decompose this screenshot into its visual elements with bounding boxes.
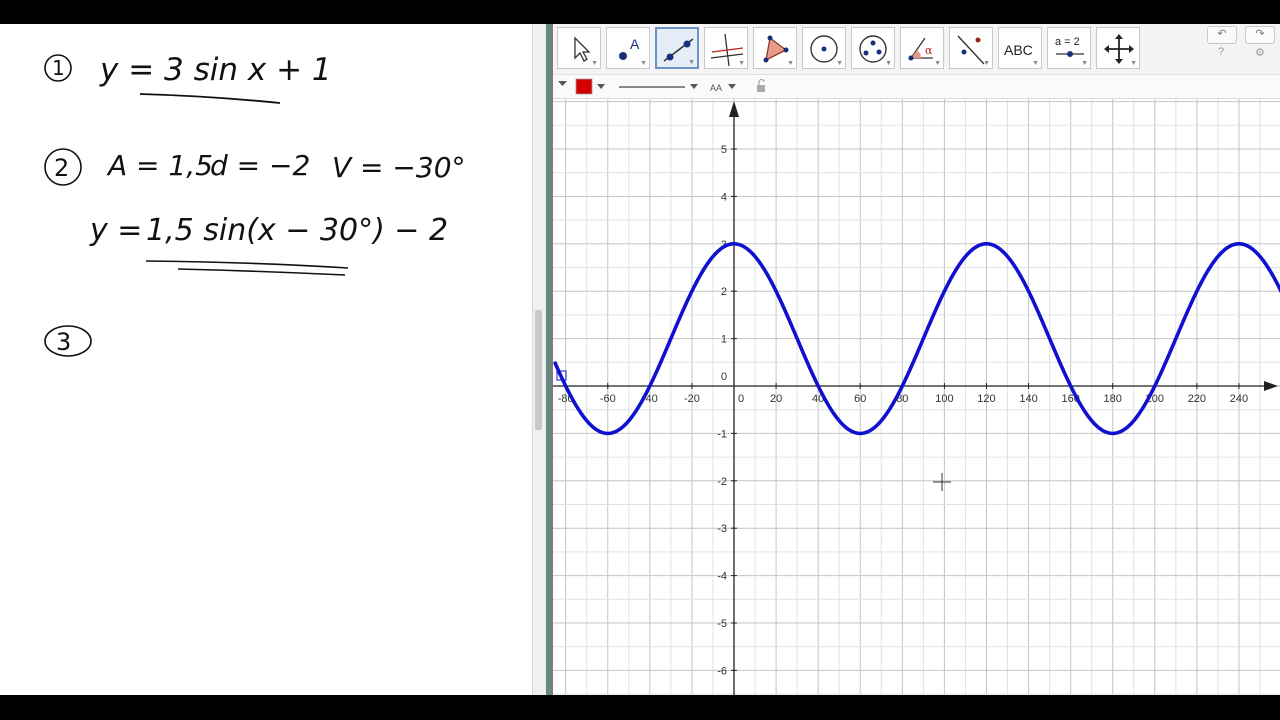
font-size-dropdown-icon[interactable]: [728, 84, 736, 89]
x-tick-label: -60: [600, 393, 616, 405]
text-tool-button[interactable]: ABC ▼: [998, 27, 1042, 69]
color-dropdown-icon[interactable]: [597, 84, 605, 89]
undo-button[interactable]: ↶: [1207, 26, 1237, 44]
y-tick-label: -1: [717, 428, 727, 440]
geogebra-window: ▼ A ▼ ▼ ▼ ▼ ▼ ▼ α ▼ ▼ ABC ▼ a = 2 ▼ ▼ ↶ …: [553, 24, 1280, 695]
settings-icon[interactable]: ⚙: [1255, 46, 1265, 59]
note-line-1: 1 y = 3 sin x + 1: [44, 52, 332, 104]
x-tick-label: 240: [1230, 393, 1248, 405]
y-tick-label: 1: [721, 334, 727, 346]
stylebar-toggle-icon[interactable]: [558, 81, 567, 86]
note-2-shift: V = −30°: [332, 151, 466, 184]
y-tick-label: -2: [717, 476, 727, 488]
color-swatch-button[interactable]: [575, 78, 593, 95]
note-2-underline-2: [177, 268, 346, 276]
x-tick-label: 140: [1019, 393, 1037, 405]
graphics-view[interactable]: -80 -60 -40 -20 0 20 40 60 80 100 120 140 160 180 200 2…: [553, 99, 1280, 695]
line-style-dropdown-icon[interactable]: [690, 84, 698, 89]
slider-tool-label: a = 2: [1055, 36, 1080, 48]
crosshair-cursor-icon: [933, 473, 951, 491]
note-line-3: 3: [44, 325, 92, 357]
style-bar: AA: [553, 75, 1280, 99]
point-tool-button[interactable]: A ▼: [606, 27, 650, 69]
move-tool-button[interactable]: ▼: [557, 27, 601, 69]
slider-tool-button[interactable]: a = 2 ▼: [1047, 27, 1091, 69]
panel-divider-accent: [547, 24, 550, 695]
y-axis-arrow-icon: [729, 101, 739, 117]
angle-tool-label: α: [925, 44, 933, 57]
x-tick-label: 20: [770, 393, 782, 405]
y-tick-label: 4: [721, 191, 727, 203]
bottom-black-bar: [0, 695, 1280, 720]
point-tool-label: A: [630, 36, 640, 52]
note-2-number: 2: [54, 154, 69, 182]
x-tick-label: 100: [935, 393, 953, 405]
x-tick-label: 60: [854, 393, 866, 405]
note-3-number: 3: [56, 328, 71, 356]
y-tick-label: -5: [717, 618, 727, 630]
x-axis-arrow-icon: [1264, 381, 1278, 391]
style-bar-controls: AA: [558, 78, 765, 95]
y-tick-label: -3: [717, 523, 727, 535]
note-2-amplitude: A = 1,5: [106, 149, 213, 182]
line-tool-button[interactable]: ▼: [655, 27, 699, 69]
circle-tool-button[interactable]: ▼: [802, 27, 846, 69]
ellipse-tool-button[interactable]: ▼: [851, 27, 895, 69]
note-2-underline-1: [145, 260, 349, 269]
x-tick-label: 220: [1188, 393, 1206, 405]
notes-scrollbar-thumb[interactable]: [535, 310, 542, 430]
note-1-equation: y = 3 sin x + 1: [99, 52, 332, 88]
font-size-button[interactable]: AA: [710, 83, 722, 93]
y-tick-label: 5: [721, 144, 727, 156]
axes: [553, 101, 1278, 695]
geogebra-toolbar: ▼ A ▼ ▼ ▼ ▼ ▼ ▼ α ▼ ▼ ABC ▼ a = 2 ▼ ▼ ↶ …: [553, 24, 1280, 75]
grid: [553, 99, 1280, 695]
top-black-bar: [0, 0, 1280, 24]
x-tick-label: 0: [738, 393, 744, 405]
perpendicular-line-tool-button[interactable]: ▼: [704, 27, 748, 69]
note-1-underline: [139, 93, 281, 104]
reflect-tool-button[interactable]: ▼: [949, 27, 993, 69]
notes-canvas: 1 y = 3 sin x + 1 2 A = 1,5 d = −2 V = −…: [44, 52, 466, 357]
y-tick-label: 2: [721, 286, 727, 298]
note-2-offset: d = −2: [210, 149, 310, 182]
y-tick-label: -4: [717, 571, 727, 583]
handwritten-notes-panel: 1 y = 3 sin x + 1 2 A = 1,5 d = −2 V = −…: [0, 24, 532, 695]
y-tick-label: 0: [721, 371, 727, 383]
note-2-equation-rhs: 1,5 sin(x − 30°) − 2: [146, 213, 448, 248]
x-tick-label: -20: [684, 393, 700, 405]
text-tool-label: ABC: [1004, 42, 1033, 58]
polygon-tool-button[interactable]: ▼: [753, 27, 797, 69]
redo-button[interactable]: ↷: [1245, 26, 1275, 44]
move-graphics-view-button[interactable]: ▼: [1096, 27, 1140, 69]
angle-tool-button[interactable]: α ▼: [900, 27, 944, 69]
note-2-equation-lhs: y =: [89, 213, 142, 248]
x-tick-label: 180: [1104, 393, 1122, 405]
x-tick-label: 120: [977, 393, 995, 405]
note-1-number: 1: [52, 56, 65, 80]
y-tick-label: -6: [717, 665, 727, 677]
note-line-2: 2 A = 1,5 d = −2 V = −30° y = 1,5 sin(x …: [44, 148, 466, 276]
help-icon[interactable]: ?: [1218, 46, 1224, 58]
lock-icon[interactable]: [757, 85, 765, 92]
